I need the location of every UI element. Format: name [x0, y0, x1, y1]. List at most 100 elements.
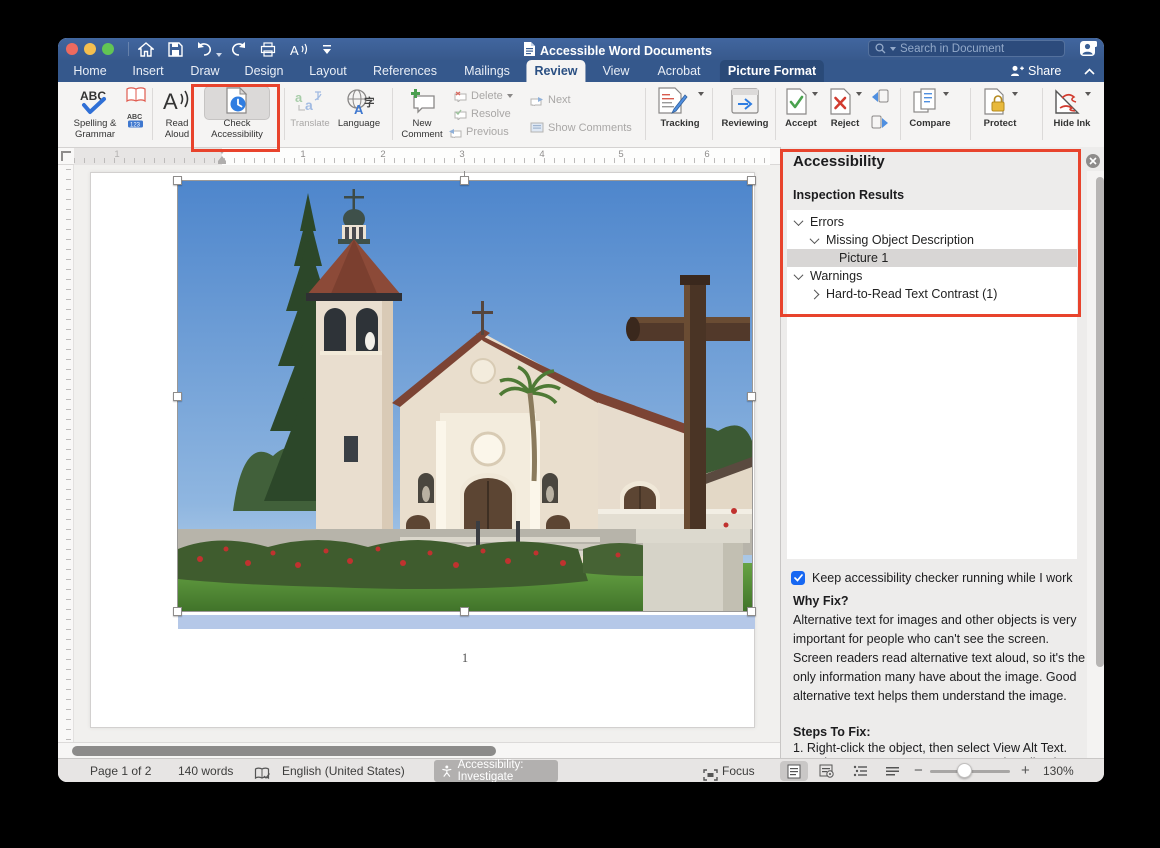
next-change-button[interactable] — [870, 114, 890, 137]
zoom-in-button[interactable]: + — [1021, 759, 1030, 782]
share-button[interactable]: Share — [1010, 60, 1061, 82]
accept-button[interactable]: Accept — [780, 84, 822, 129]
left-indent-marker[interactable] — [218, 161, 226, 164]
spelling-grammar-icon: ABC — [66, 84, 124, 118]
why-fix-body: Alternative text for images and other ob… — [793, 611, 1089, 706]
resize-handle-s[interactable] — [460, 607, 469, 616]
draft-view-button[interactable] — [878, 761, 906, 781]
tracking-button[interactable]: Tracking — [650, 84, 710, 129]
resize-handle-se[interactable] — [747, 607, 756, 616]
screen: A Accessible Word Documents Search in Do… — [0, 0, 1160, 848]
customize-toolbar-icon[interactable] — [322, 41, 332, 57]
resize-handle-n[interactable] — [460, 176, 469, 185]
outline-icon — [853, 765, 868, 777]
web-layout-view-button[interactable] — [812, 761, 840, 781]
reject-button[interactable]: Reject — [824, 84, 866, 129]
proofing-icon[interactable] — [254, 764, 270, 782]
tab-design[interactable]: Design — [237, 60, 292, 82]
tab-draw[interactable]: Draw — [182, 60, 227, 82]
annotation-box-inspection-results — [780, 149, 1081, 317]
accept-dropdown-icon[interactable] — [812, 92, 818, 96]
resize-handle-w[interactable] — [173, 392, 182, 401]
tracking-dropdown-icon[interactable] — [698, 92, 704, 96]
svg-text:123: 123 — [130, 123, 141, 129]
compare-dropdown-icon[interactable] — [943, 92, 949, 96]
word-count[interactable]: 140 words — [178, 759, 233, 782]
ribbon-divider — [645, 88, 646, 140]
zoom-out-button[interactable]: − — [914, 759, 923, 782]
tab-references[interactable]: References — [365, 60, 445, 82]
home-icon[interactable] — [138, 41, 154, 57]
search-scope-dropdown-icon[interactable] — [890, 47, 896, 51]
svg-text:A: A — [163, 89, 178, 114]
tab-review[interactable]: Review — [526, 60, 585, 82]
vertical-ruler[interactable] — [58, 165, 74, 758]
accessibility-person-icon — [442, 764, 452, 778]
tab-insert[interactable]: Insert — [124, 60, 171, 82]
pane-scrollbar[interactable] — [1087, 171, 1104, 758]
collapse-ribbon-button[interactable] — [1084, 60, 1095, 82]
thesaurus-button[interactable] — [126, 87, 146, 108]
print-layout-view-button[interactable] — [780, 761, 808, 781]
horizontal-scrollbar-thumb[interactable] — [72, 746, 496, 756]
resize-handle-e[interactable] — [747, 392, 756, 401]
word-count-icon: ABC123 — [127, 112, 145, 128]
ribbon-divider — [970, 88, 971, 140]
reviewing-icon — [716, 84, 774, 118]
protect-dropdown-icon[interactable] — [1012, 92, 1018, 96]
language-button[interactable]: A字 Language — [334, 84, 384, 129]
ruler-number: 1 — [300, 149, 305, 160]
horizontal-ruler[interactable]: 1 1 2 3 4 5 6 — [58, 148, 780, 165]
resize-handle-ne[interactable] — [747, 176, 756, 185]
protect-button[interactable]: Protect — [974, 84, 1026, 129]
church-photo[interactable] — [178, 181, 752, 611]
zoom-level[interactable]: 130% — [1043, 759, 1074, 782]
checkbox-checked-icon[interactable] — [791, 571, 805, 585]
undo-icon[interactable] — [196, 41, 213, 57]
ribbon-divider — [284, 88, 285, 140]
tab-mailings[interactable]: Mailings — [456, 60, 518, 82]
horizontal-scrollbar[interactable] — [58, 742, 780, 758]
resize-handle-nw[interactable] — [173, 176, 182, 185]
tab-view[interactable]: View — [595, 60, 638, 82]
page-indicator[interactable]: Page 1 of 2 — [90, 759, 151, 782]
reject-dropdown-icon[interactable] — [856, 92, 862, 96]
tab-picture-format[interactable]: Picture Format — [720, 60, 824, 82]
tab-acrobat[interactable]: Acrobat — [649, 60, 708, 82]
tab-stop-selector-icon[interactable] — [61, 151, 71, 161]
outline-view-button[interactable] — [846, 761, 874, 781]
pane-scrollbar-thumb[interactable] — [1096, 177, 1104, 667]
focus-label[interactable]: Focus — [722, 759, 755, 782]
hide-ink-button[interactable]: Hide Ink — [1046, 84, 1098, 129]
read-aloud-icon[interactable]: A — [290, 41, 309, 57]
spelling-grammar-button[interactable]: ABC Spelling &Grammar — [66, 84, 124, 140]
zoom-light[interactable] — [102, 43, 114, 55]
close-icon — [1089, 157, 1097, 165]
reviewing-button[interactable]: Reviewing — [716, 84, 774, 129]
resize-handle-sw[interactable] — [173, 607, 182, 616]
hide-ink-dropdown-icon[interactable] — [1085, 92, 1091, 96]
keep-running-checkbox-row[interactable]: Keep accessibility checker running while… — [791, 571, 1073, 585]
compare-button[interactable]: Compare — [904, 84, 956, 129]
tab-layout[interactable]: Layout — [301, 60, 355, 82]
search-icon — [875, 43, 886, 54]
focus-icon[interactable] — [703, 765, 718, 782]
language-indicator[interactable]: English (United States) — [282, 759, 405, 782]
accessibility-status-button[interactable]: Accessibility: Investigate — [434, 760, 558, 782]
save-icon[interactable] — [168, 41, 183, 57]
print-icon[interactable] — [260, 41, 276, 57]
close-light[interactable] — [66, 43, 78, 55]
pane-close-button[interactable] — [1086, 154, 1100, 168]
minimize-light[interactable] — [84, 43, 96, 55]
account-icon[interactable] — [1080, 41, 1097, 62]
steps-to-fix-heading: Steps To Fix: — [793, 725, 871, 739]
word-count-button[interactable]: ABC123 — [127, 112, 145, 133]
ribbon-divider — [712, 88, 713, 140]
redo-icon[interactable] — [230, 41, 247, 57]
tab-home[interactable]: Home — [65, 60, 114, 82]
zoom-slider-thumb[interactable] — [957, 763, 972, 778]
previous-comment-button: Previous — [448, 126, 509, 138]
search-input[interactable]: Search in Document — [868, 40, 1065, 57]
new-comment-button[interactable]: NewComment — [398, 84, 446, 140]
previous-change-button[interactable] — [870, 88, 890, 111]
